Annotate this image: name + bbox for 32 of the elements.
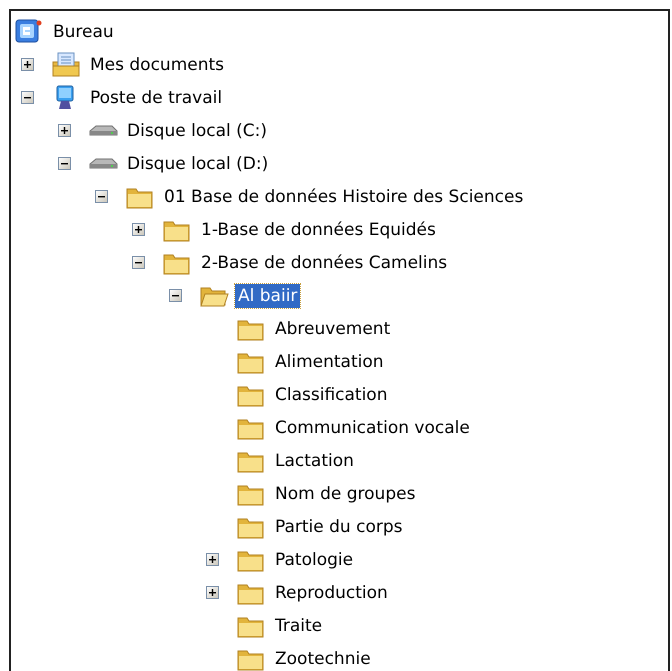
tree-item[interactable]: Communication vocale (272, 416, 473, 440)
tree-item[interactable]: Disque local (D:) (124, 152, 272, 176)
collapse-button[interactable] (132, 256, 145, 269)
tree-item[interactable]: Nom de groupes (272, 482, 418, 506)
tree-item[interactable]: Poste de travail (87, 86, 226, 110)
tree-item[interactable]: 1-Base de données Equidés (198, 218, 439, 242)
tree-item[interactable]: 2-Base de données Camelins (198, 250, 450, 274)
collapse-button[interactable] (21, 91, 34, 104)
expand-button[interactable] (132, 223, 145, 236)
tree-item[interactable]: Reproduction (272, 580, 391, 604)
tree-item[interactable]: Zootechnie (272, 646, 374, 670)
tree-item[interactable]: Al baiir (235, 284, 300, 308)
expand-button[interactable] (206, 586, 219, 599)
desktop-icon (14, 18, 44, 44)
tree-item[interactable]: Traite (272, 614, 326, 638)
documents-icon (51, 52, 81, 78)
collapse-button[interactable] (169, 289, 182, 302)
tree-item[interactable]: Patologie (272, 548, 356, 572)
expand-button[interactable] (58, 124, 71, 137)
tree-item[interactable]: Partie du corps (272, 514, 406, 538)
tree-item[interactable]: Alimentation (272, 350, 387, 374)
tree-item[interactable]: Disque local (C:) (124, 118, 270, 142)
tree-item[interactable]: Abreuvement (272, 316, 394, 340)
tree-item[interactable]: Lactation (272, 448, 357, 472)
collapse-button[interactable] (95, 190, 108, 203)
tree-item[interactable]: Classification (272, 382, 390, 406)
tree-item[interactable]: Mes documents (87, 52, 228, 76)
tree-item[interactable]: 01 Base de données Histoire des Sciences (161, 184, 526, 208)
expand-button[interactable] (21, 58, 34, 71)
tree-item[interactable]: Bureau (50, 20, 117, 44)
expand-button[interactable] (206, 553, 219, 566)
collapse-button[interactable] (58, 157, 71, 170)
